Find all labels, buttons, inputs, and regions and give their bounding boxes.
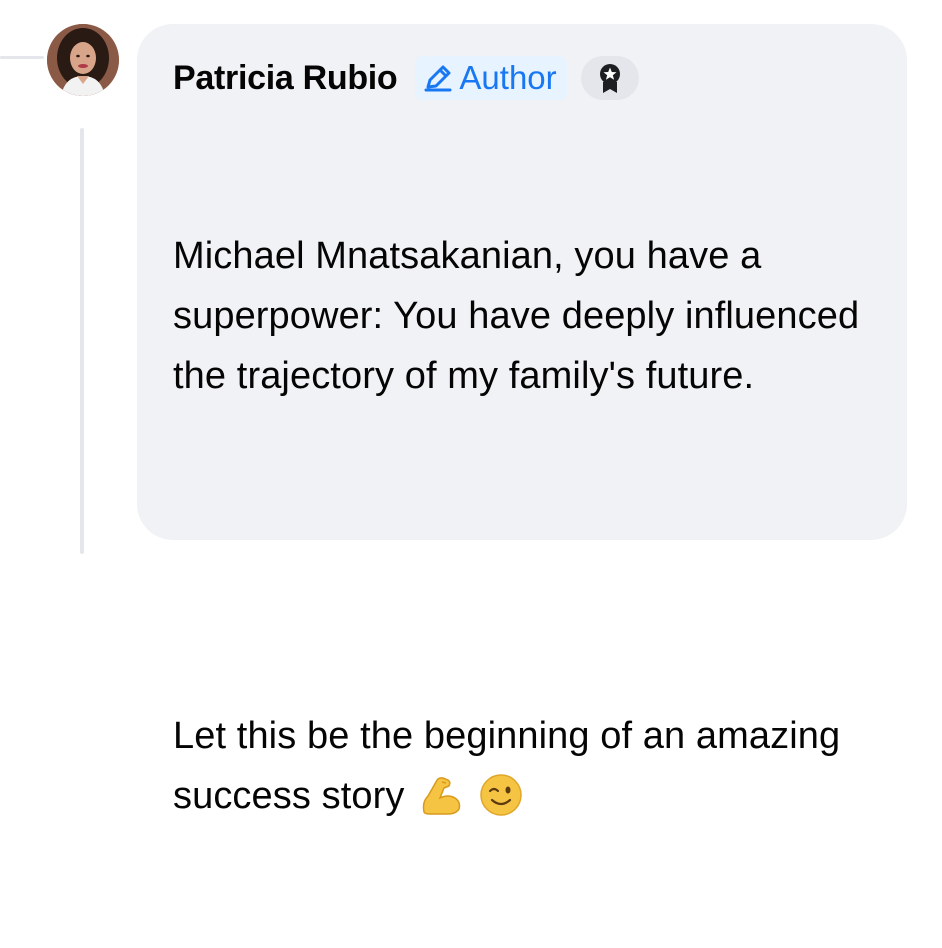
comment-body: Michael Mnatsakanian, you have a superpo… — [173, 106, 877, 948]
winking-face-icon — [480, 774, 523, 816]
author-badge-label: Author — [459, 59, 557, 96]
avatar-photo — [47, 24, 119, 96]
pencil-icon — [424, 65, 452, 92]
thread-connector-line — [0, 56, 44, 59]
emoji-group — [404, 768, 524, 828]
author-name-link[interactable]: Patricia Rubio — [173, 59, 398, 98]
author-badge: Author — [415, 56, 567, 100]
avatar[interactable] — [47, 24, 119, 96]
comment-paragraph: Michael Mnatsakanian, you have a superpo… — [173, 235, 870, 397]
comment-paragraph-with-emojis: Let this be the beginning of an amazing … — [173, 706, 877, 828]
comment-bubble: Patricia Rubio Author Michael Mnatsakani… — [137, 24, 907, 817]
thread-reply-line — [80, 128, 84, 554]
flexed-biceps-icon — [423, 777, 461, 815]
comment-header: Patricia Rubio Author — [173, 52, 877, 104]
award-ribbon-icon — [599, 64, 620, 93]
top-fan-badge[interactable] — [580, 56, 639, 100]
